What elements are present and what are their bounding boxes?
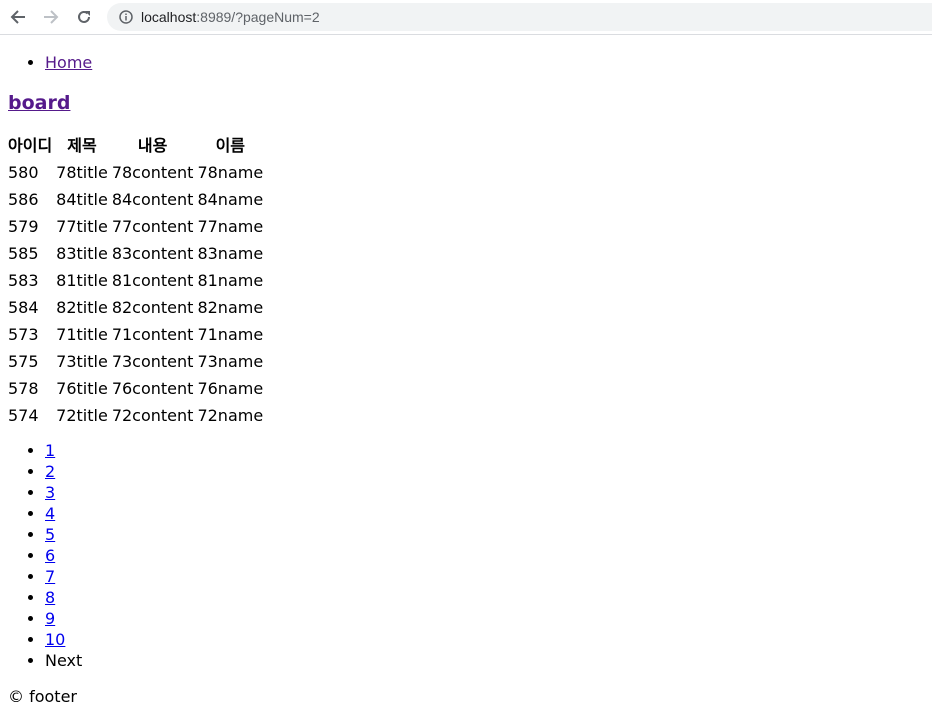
page-item: 10	[45, 629, 932, 650]
reload-icon[interactable]	[73, 6, 95, 28]
cell-content: 83content	[111, 244, 194, 263]
cell-name: 71name	[197, 325, 264, 344]
page-item: 8	[45, 587, 932, 608]
table-row: 574 72title 72content 72name	[7, 403, 264, 428]
cell-name: 83name	[197, 244, 264, 263]
page-item: 4	[45, 503, 932, 524]
cell-title: 83title	[56, 244, 108, 263]
page-link-8[interactable]: 8	[45, 588, 55, 607]
page-link-1[interactable]: 1	[45, 441, 55, 460]
home-link[interactable]: Home	[45, 53, 92, 72]
page-link-4[interactable]: 4	[45, 504, 55, 523]
page-item: 5	[45, 524, 932, 545]
cell-name: 84name	[197, 190, 264, 209]
cell-content: 77content	[111, 217, 194, 236]
cell-name: 72name	[197, 406, 264, 425]
table-row: 579 77title 77content 77name	[7, 214, 264, 239]
cell-title: 77title	[56, 217, 108, 236]
header-content: 내용	[137, 136, 168, 155]
cell-content: 73content	[111, 352, 194, 371]
url-host: localhost	[141, 9, 197, 25]
page-link-5[interactable]: 5	[45, 525, 55, 544]
header-name: 이름	[215, 136, 246, 155]
header-id: 아이디	[8, 136, 53, 155]
table-row: 575 73title 73content 73name	[7, 349, 264, 374]
cell-id: 574	[8, 406, 39, 425]
page-item: 9	[45, 608, 932, 629]
page-link-7[interactable]: 7	[45, 567, 55, 586]
table-header-row: 아이디 제목 내용 이름	[7, 133, 264, 158]
cell-name: 76name	[197, 379, 264, 398]
cell-title: 84title	[56, 190, 108, 209]
page-content: Home board 아이디 제목 내용 이름 580 78title78cont…	[0, 52, 932, 707]
page-item: 3	[45, 482, 932, 503]
page-item: 2	[45, 461, 932, 482]
table-row: 584 82title 82content 82name	[7, 295, 264, 320]
table-row: 586 84title 84content 84name	[7, 187, 264, 212]
cell-id: 580	[8, 163, 39, 182]
page-link-9[interactable]: 9	[45, 609, 55, 628]
page-link-10[interactable]: 10	[45, 630, 65, 649]
cell-name: 73name	[197, 352, 264, 371]
footer: © footer	[8, 687, 77, 706]
top-nav: Home	[8, 52, 932, 73]
cell-title: 71title	[56, 325, 108, 344]
cell-content: 72content	[111, 406, 194, 425]
address-bar[interactable]: localhost:8989/?pageNum=2	[107, 3, 932, 31]
cell-content: 71content	[111, 325, 194, 344]
url-path: :8989/?pageNum=2	[196, 9, 320, 25]
cell-content: 76content	[111, 379, 194, 398]
back-arrow-icon[interactable]	[7, 6, 29, 28]
cell-id: 579	[8, 217, 39, 236]
table-row: 578 76title 76content 76name	[7, 376, 264, 401]
header-title: 제목	[67, 136, 97, 155]
page-link-3[interactable]: 3	[45, 483, 55, 502]
cell-content: 78content	[111, 163, 194, 182]
page-item: 7	[45, 566, 932, 587]
page-link-2[interactable]: 2	[45, 462, 55, 481]
cell-id: 578	[8, 379, 39, 398]
cell-name: 77name	[197, 217, 264, 236]
cell-title: 76title	[56, 379, 108, 398]
cell-id: 585	[8, 244, 39, 263]
cell-id: 575	[8, 352, 39, 371]
cell-id: 584	[8, 298, 39, 317]
cell-name: 81name	[197, 271, 264, 290]
page-item: 1	[45, 440, 932, 461]
table-row: 573 71title 71content 71name	[7, 322, 264, 347]
page-title: board	[8, 92, 932, 115]
cell-name: 82name	[197, 298, 264, 317]
board-table: 아이디 제목 내용 이름 580 78title 78content 78name 5…	[5, 131, 266, 430]
cell-content: 81content	[111, 271, 194, 290]
cell-id: 586	[8, 190, 39, 209]
cell-title: 81title	[56, 271, 108, 290]
cell-title: 72title	[56, 406, 108, 425]
cell-name: 78name	[197, 163, 264, 182]
info-icon[interactable]	[119, 10, 133, 24]
cell-id: 583	[8, 271, 39, 290]
board-link[interactable]: board	[8, 92, 70, 114]
cell-content: 82content	[111, 298, 194, 317]
cell-title: 78title	[56, 163, 108, 182]
nav-item-home: Home	[45, 52, 932, 73]
cell-id: 573	[8, 325, 39, 344]
browser-toolbar: localhost:8989/?pageNum=2	[0, 0, 932, 35]
page-link-6[interactable]: 6	[45, 546, 55, 565]
forward-arrow-icon[interactable]	[40, 6, 62, 28]
cell-title: 73title	[56, 352, 108, 371]
page-item: 6	[45, 545, 932, 566]
table-row: 585 83title 83content 83name	[7, 241, 264, 266]
table-row: 583 81title 81content 81name	[7, 268, 264, 293]
table-row: 580 78title 78content 78name	[7, 160, 264, 185]
cell-content: 84content	[111, 190, 194, 209]
page-item-next: Next	[45, 650, 932, 671]
cell-title: 82title	[56, 298, 108, 317]
pagination: 1 2 3 4 5 6 7 8 9 10 Next	[8, 440, 932, 671]
